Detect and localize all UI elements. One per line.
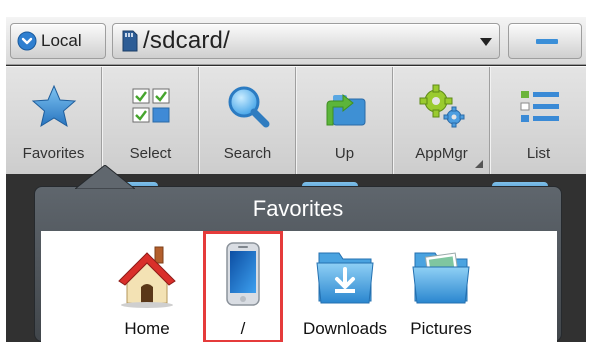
toolbar-label: AppMgr — [415, 145, 468, 162]
toolbar-label: Up — [334, 145, 355, 162]
toolbar-select-button[interactable]: Select — [102, 67, 199, 174]
phone-icon — [226, 242, 260, 306]
collapse-button[interactable] — [508, 23, 582, 59]
list-view-icon — [520, 91, 559, 122]
toolbar-favorites-button[interactable]: Favorites — [6, 67, 102, 174]
local-button[interactable]: Local — [10, 23, 106, 59]
current-path: /sdcard/ — [143, 27, 230, 54]
screen: Local /sdcard/ Favorites Select Search U… — [0, 0, 593, 342]
sdcard-icon — [122, 30, 138, 52]
favorite-label: / — [240, 319, 246, 338]
favorites-popup: Favorites Home / Downloads Pictures — [34, 165, 562, 342]
star-icon — [31, 84, 76, 128]
path-selector[interactable]: /sdcard/ — [112, 23, 500, 59]
favorite-downloads[interactable]: Downloads — [303, 231, 387, 342]
toolbar-list-button[interactable]: List — [490, 67, 586, 174]
local-label: Local — [41, 31, 82, 50]
toolbar-label: Favorites — [22, 145, 85, 162]
toolbar-label: Search — [223, 145, 272, 162]
minus-icon — [536, 39, 558, 44]
favorite-label: Home — [124, 319, 170, 338]
favorite-label: Pictures — [410, 319, 472, 338]
more-options-corner-icon — [475, 160, 483, 168]
favorite-pictures[interactable]: Pictures — [399, 231, 483, 342]
toolbar-up-button[interactable]: Up — [296, 67, 393, 174]
pictures-folder-icon — [412, 252, 470, 304]
magnifier-icon — [228, 86, 269, 128]
favorites-grid: Home / Downloads Pictures — [41, 231, 557, 342]
toolbar-label: List — [526, 145, 551, 162]
favorite-label: Downloads — [302, 319, 388, 338]
folder-up-icon — [326, 93, 365, 126]
dropdown-arrow-icon[interactable] — [479, 37, 493, 47]
gears-icon — [419, 84, 464, 128]
toolbar-search-button[interactable]: Search — [199, 67, 296, 174]
popup-pointer — [75, 165, 135, 189]
download-folder-icon — [316, 252, 374, 304]
toolbar: Favorites Select Search Up AppMgr List — [6, 66, 586, 174]
house-icon — [118, 246, 176, 308]
address-bar: Local /sdcard/ — [6, 17, 586, 65]
select-grid-icon — [132, 88, 169, 123]
toggle-circle-icon — [17, 31, 37, 51]
favorite-home[interactable]: Home — [105, 231, 189, 342]
toolbar-appmgr-button[interactable]: AppMgr — [393, 67, 490, 174]
toolbar-label: Select — [129, 145, 172, 162]
popup-title: Favorites — [252, 196, 344, 221]
favorite-root[interactable]: / — [203, 231, 283, 342]
